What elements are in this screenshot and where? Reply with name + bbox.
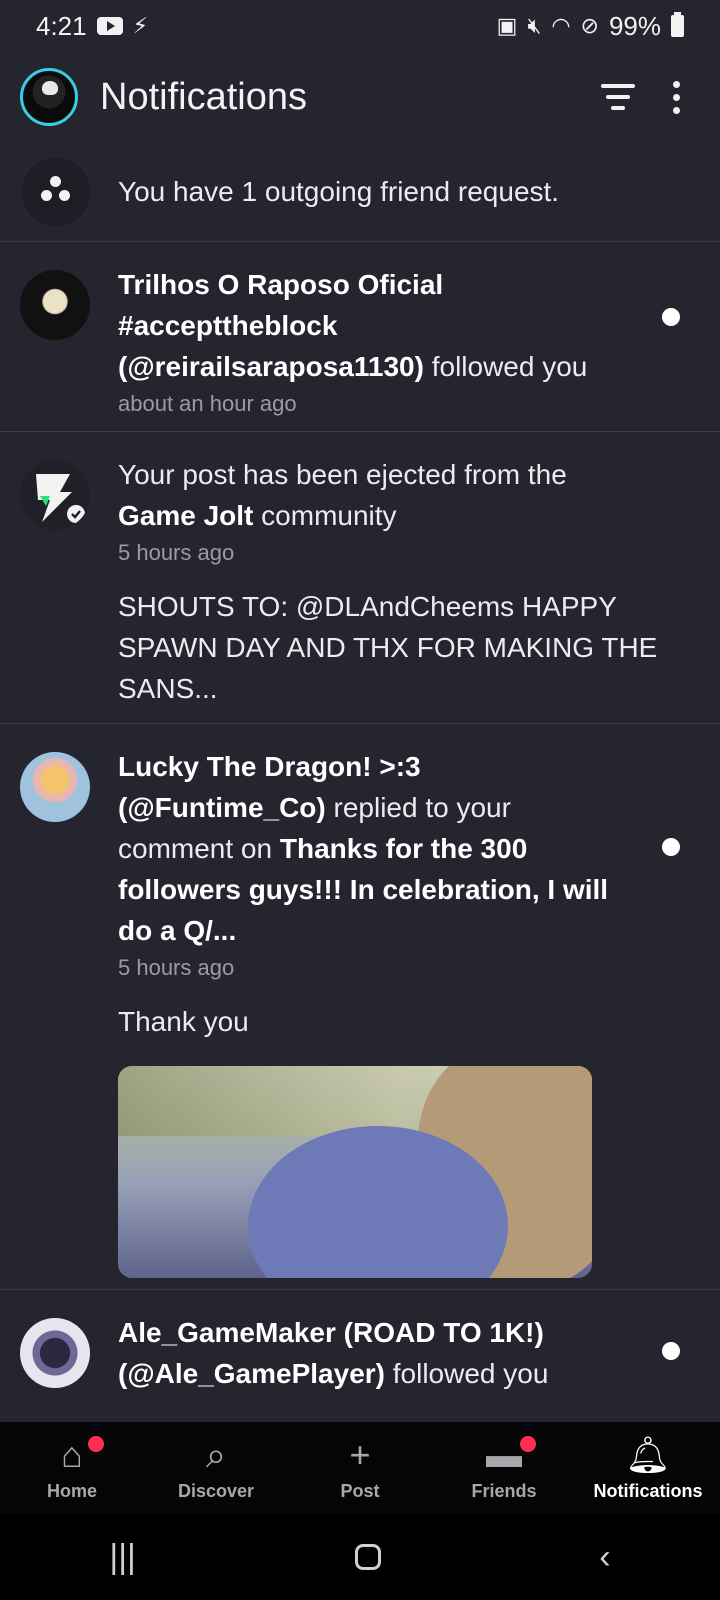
battery-icon xyxy=(671,12,684,37)
friend-request-row[interactable]: You have 1 outgoing friend request. xyxy=(0,142,720,242)
notification-action: followed you xyxy=(423,351,588,382)
notification-time: about an hour ago xyxy=(118,391,297,416)
game-jolt-icon: ⚡ xyxy=(132,13,149,38)
plus-icon: + xyxy=(349,1433,371,1475)
filter-icon[interactable] xyxy=(601,84,635,110)
nav-label: Friends xyxy=(471,1480,537,1501)
unread-dot xyxy=(662,308,680,326)
notification-badge xyxy=(88,1436,104,1452)
avatar[interactable] xyxy=(20,1318,90,1388)
page-title: Notifications xyxy=(100,75,307,118)
nav-label: Discover xyxy=(177,1480,255,1501)
nav-discover[interactable]: ⌕ Discover xyxy=(144,1422,288,1514)
chat-icon: ▬ xyxy=(486,1433,522,1475)
nav-friends[interactable]: ▬ Friends xyxy=(432,1422,576,1514)
status-bar: 4:21 ⚡ ▣ 🔇︎ ◠ ⊘ 99% xyxy=(0,0,720,52)
notification-user[interactable]: Lucky The Dragon! >:3 xyxy=(118,751,421,782)
nav-label: Home xyxy=(46,1480,97,1501)
app-header: Notifications xyxy=(0,52,720,142)
notification-time: 5 hours ago xyxy=(118,540,235,565)
notification-badge xyxy=(520,1436,536,1452)
nav-notifications[interactable]: 🔔︎ Notifications xyxy=(576,1422,720,1514)
notification-action: followed you xyxy=(384,1358,549,1389)
more-vert-icon[interactable] xyxy=(673,80,680,114)
unread-dot xyxy=(662,838,680,856)
notification-item[interactable]: Trilhos O Raposo Oficial #accepttheblock… xyxy=(0,242,720,432)
battery-saver-icon: ▣ xyxy=(496,13,518,38)
nav-post[interactable]: + Post xyxy=(288,1422,432,1514)
notification-item[interactable]: Your post has been ejected from the Game… xyxy=(0,432,720,724)
notification-handle[interactable]: (@reirailsaraposa1130) xyxy=(118,351,424,382)
notification-handle[interactable]: (@Funtime_Co) xyxy=(118,792,326,823)
quote-line: SANS... xyxy=(118,673,218,704)
avatar[interactable] xyxy=(20,270,90,340)
notification-handle[interactable]: (@Ale_GamePlayer) xyxy=(118,1358,385,1389)
notification-item[interactable]: Ale_GameMaker (ROAD TO 1K!) (@Ale_GamePl… xyxy=(0,1290,720,1422)
post-title[interactable]: Thanks for the 300 xyxy=(280,833,527,864)
wifi-icon: ◠ xyxy=(551,13,571,38)
search-icon: ⌕ xyxy=(205,1433,227,1475)
notification-action-2: comment on xyxy=(118,833,280,864)
post-title[interactable]: followers guys!!! In celebration, I will xyxy=(118,874,608,905)
back-icon[interactable]: ‹ xyxy=(599,1538,610,1577)
quote-line: SPAWN DAY AND THX FOR MAKING THE xyxy=(118,632,658,663)
dnd-icon: ⊘ xyxy=(580,13,599,38)
nav-home[interactable]: ⌂ Home xyxy=(0,1422,144,1514)
post-title[interactable]: do a Q/... xyxy=(118,915,236,946)
game-jolt-logo-icon xyxy=(36,474,85,523)
notification-user[interactable]: Ale_GameMaker (ROAD TO 1K!) xyxy=(118,1317,544,1348)
notification-item[interactable]: Lucky The Dragon! >:3 (@Funtime_Co) repl… xyxy=(0,724,720,1290)
notification-user-tag[interactable]: #accepttheblock xyxy=(118,310,337,341)
user-avatar[interactable] xyxy=(20,68,78,126)
unread-dot xyxy=(662,1342,680,1360)
notification-text: Your post has been ejected from the xyxy=(118,459,567,490)
nav-label: Post xyxy=(340,1480,380,1501)
home-icon: ⌂ xyxy=(61,1433,83,1475)
youtube-icon xyxy=(96,17,123,35)
bottom-navigation: ⌂ Home ⌕ Discover + Post ▬ Friends 🔔︎ No… xyxy=(0,1422,720,1514)
notification-action: replied to your xyxy=(325,792,511,823)
attached-image[interactable] xyxy=(118,1066,592,1278)
home-button-icon[interactable] xyxy=(354,1544,381,1570)
bell-icon: 🔔︎ xyxy=(625,1433,671,1475)
notification-quote: Thank you xyxy=(118,1006,249,1037)
avatar[interactable] xyxy=(20,752,90,822)
game-jolt-avatar[interactable] xyxy=(20,460,90,530)
battery-level: 99% xyxy=(608,10,661,41)
status-time: 4:21 xyxy=(36,10,87,41)
friend-request-text: You have 1 outgoing friend request. xyxy=(118,175,560,207)
mute-icon: 🔇︎ xyxy=(527,13,542,38)
nav-label: Notifications xyxy=(593,1480,703,1501)
quote-line: SHOUTS TO: @DLAndCheems HAPPY xyxy=(118,591,617,622)
system-navigation-bar: ||| ‹ xyxy=(0,1514,720,1600)
notification-user[interactable]: Trilhos O Raposo Oficial xyxy=(118,269,443,300)
notification-text-suffix: community xyxy=(253,500,397,531)
friends-icon xyxy=(22,157,90,226)
recent-apps-icon[interactable]: ||| xyxy=(109,1538,136,1577)
notification-time: 5 hours ago xyxy=(118,955,235,980)
notification-quote: SHOUTS TO: @DLAndCheems HAPPY SPAWN DAY … xyxy=(118,586,720,709)
community-name[interactable]: Game Jolt xyxy=(118,500,253,531)
